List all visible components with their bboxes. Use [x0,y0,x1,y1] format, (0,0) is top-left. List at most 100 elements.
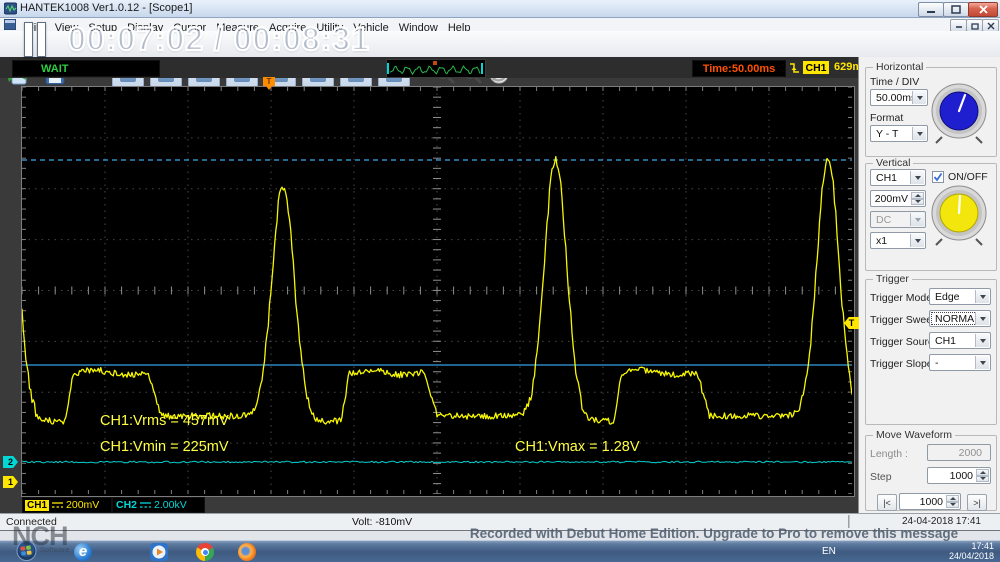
ch2-badge: CH2 [116,499,138,511]
ch1-ground-marker[interactable]: 1 [3,476,18,488]
chevron-down-icon [975,334,989,347]
nch-ghost-sub: Software [40,545,70,554]
chevron-down-icon [912,127,926,140]
time-div-value: 50.00ms [876,91,917,104]
ch1-scale-readout: CH1 200mV [22,497,112,513]
position-value: 1000 [919,495,943,508]
spinner-arrows-icon[interactable] [911,192,924,205]
dc-coupling-icon [52,502,64,508]
onoff-label: ON/OFF [948,171,988,183]
window-title: HANTEK1008 Ver1.0.12 - [Scope1] [20,2,193,14]
close-button[interactable] [968,2,998,17]
length-field: 2000 [927,444,991,461]
format-value: Y - T [876,127,899,140]
mdi-close-icon [987,22,994,29]
recorder-pause-icon [24,22,46,57]
spinner-arrows-icon[interactable] [946,495,959,508]
language-indicator[interactable]: EN [822,546,836,557]
format-select[interactable]: Y - T [870,125,928,142]
trigger-sweep-label: Trigger Sweep [870,314,938,326]
time-div-select[interactable]: 50.00ms [870,89,928,106]
close-icon [978,5,988,14]
time-div-label: Time / DIV [870,76,920,88]
internet-explorer-icon[interactable]: e [74,543,92,561]
format-label: Format [870,112,904,124]
checkbox-checked-icon[interactable] [932,171,944,183]
trigger-title: Trigger [873,273,912,285]
minimize-icon [927,10,935,13]
trigger-source-value: CH1 [935,334,957,347]
dc-coupling-icon [140,502,152,508]
step-value: 1000 [949,469,973,482]
vertical-title: Vertical [873,157,914,169]
trigger-channel-badge: CH1 [803,61,829,74]
control-panel: Horizontal Time / DIV 50.00ms Format Y -… [858,57,1000,513]
trigger-slope-value: - [935,356,939,369]
length-value: 2000 [958,446,982,459]
horizontal-knob[interactable] [928,81,990,145]
recorder-timer: 00:07:02 / 00:08:31 [67,20,370,58]
trigger-sweep-select[interactable]: NORMAL [929,310,991,327]
media-player-icon[interactable] [150,543,168,561]
minimize-button[interactable] [918,2,944,17]
title-bar: HANTEK1008 Ver1.0.12 - [Scope1] [0,0,1000,18]
trigger-mode-value: Edge [935,290,960,303]
chevron-down-icon [910,234,924,247]
firefox-icon[interactable] [238,543,256,561]
trigger-position-marker[interactable]: T [263,77,275,86]
volt-readout: Volt: -810mV [352,516,413,528]
acquisition-state-label: WAIT [41,62,69,75]
clock-date: 24/04/2018 [948,550,994,561]
move-waveform-title: Move Waveform [873,429,956,441]
mdi-minimize-icon [955,26,962,28]
step-label: Step [870,471,892,483]
volts-div-spinner[interactable]: 200mV [870,190,926,207]
vmin-annotation: CH1:Vmin = 225mV [100,439,229,455]
oscilloscope-grid [22,87,852,494]
mdi-restore-icon [970,22,979,30]
waveform-preview-icon [387,61,483,76]
waveform-preview[interactable] [386,59,486,78]
coupling-select: DC [870,211,926,228]
volts-div-value: 200mV [874,192,908,205]
chevron-down-icon [975,356,989,369]
coupling-value: DC [876,213,892,226]
recorder-watermark: Recorded with Debut Home Edition. Upgrad… [469,526,959,541]
step-spinner[interactable]: 1000 [927,467,991,484]
chrome-icon[interactable] [196,543,214,561]
position-spinner[interactable]: 1000 [899,493,961,510]
go-first-button[interactable]: |< [877,494,897,511]
trigger-mode-label: Trigger Mode [870,292,933,304]
probe-select[interactable]: x1 [870,232,926,249]
go-last-button[interactable]: >| [967,494,987,511]
ch2-ground-marker[interactable]: 2 [3,456,18,468]
chevron-down-icon [975,290,989,303]
chevron-down-icon [912,91,926,104]
ch1-scale: 200mV [66,499,100,511]
timebase-label: Time:50.00ms [702,62,776,75]
channel-onoff[interactable]: ON/OFF [932,171,988,183]
probe-value: x1 [876,234,888,247]
trigger-source-select[interactable]: CH1 [929,332,991,349]
maximize-button[interactable] [943,2,969,17]
scope-status-strip: WAIT Time:50.00ms CH1 629mV [0,57,869,78]
ch2-scale: 2.00kV [154,499,187,511]
spinner-arrows-icon[interactable] [976,469,989,482]
chevron-down-icon [975,312,989,325]
screen: HANTEK1008 Ver1.0.12 - [Scope1] File View… [0,0,1000,562]
vertical-knob[interactable] [928,183,990,247]
app-icon [4,2,17,15]
vmax-annotation: CH1:Vmax = 1.28V [515,439,640,455]
ch2-scale-readout: CH2 2.00kV [112,497,205,513]
waveform-display[interactable] [21,86,855,497]
trigger-position-arrow-icon [266,86,272,90]
trigger-edge-icon [790,63,799,73]
chevron-down-icon [910,213,924,226]
trigger-mode-select[interactable]: Edge [929,288,991,305]
trigger-sweep-value: NORMAL [935,312,980,325]
horizontal-title: Horizontal [873,61,927,73]
clock[interactable]: 17:41 24/04/2018 [936,541,994,561]
channel-select[interactable]: CH1 [870,169,926,186]
maximize-icon [951,5,961,14]
trigger-slope-select[interactable]: - [929,354,991,371]
